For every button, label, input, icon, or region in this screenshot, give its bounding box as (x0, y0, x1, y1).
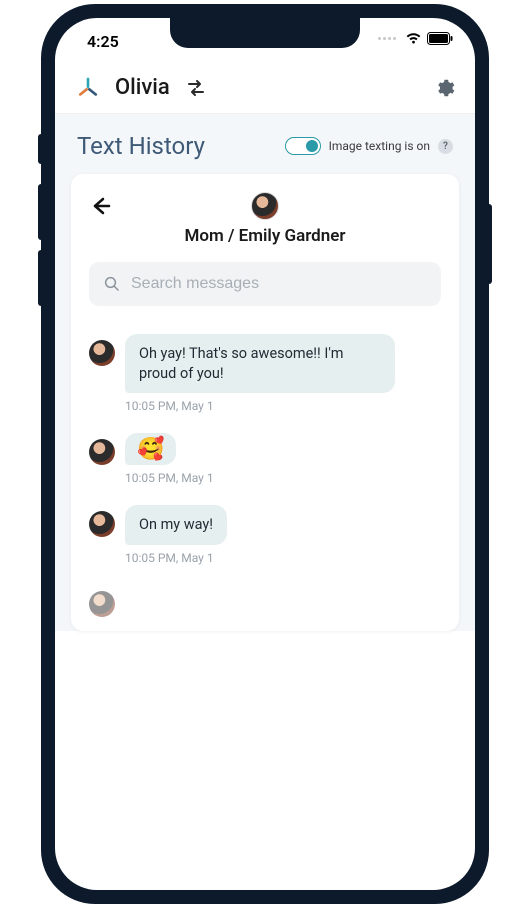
message-timestamp: 10:05 PM, May 1 (125, 471, 441, 485)
search-input[interactable] (131, 275, 427, 293)
gear-icon[interactable] (433, 77, 455, 99)
message-row: Oh yay! That's so awesome!! I'm proud of… (89, 334, 441, 393)
message-row (89, 585, 441, 617)
message-timestamp: 10:05 PM, May 1 (125, 551, 441, 565)
subheader: Text History Image texting is on ? (55, 114, 475, 174)
message-avatar[interactable] (89, 591, 115, 617)
notch (170, 18, 360, 48)
battery-icon (427, 32, 453, 45)
phone-frame: 4:25 Olivia (41, 4, 489, 904)
toggle-label: Image texting is on (329, 139, 430, 153)
image-texting-toggle[interactable] (285, 137, 321, 155)
message-avatar[interactable] (89, 439, 115, 465)
page-title: Text History (77, 132, 205, 160)
status-indicators (378, 32, 453, 45)
message-row: On my way! (89, 505, 441, 545)
message-timestamp: 10:05 PM, May 1 (125, 399, 441, 413)
swap-icon[interactable] (186, 79, 206, 97)
app-header: Olivia (55, 62, 475, 114)
message-list: Oh yay! That's so awesome!! I'm proud of… (89, 334, 441, 617)
message-avatar[interactable] (89, 340, 115, 366)
search-icon (103, 275, 121, 293)
message-bubble[interactable]: Oh yay! That's so awesome!! I'm proud of… (125, 334, 395, 393)
wifi-icon (405, 32, 422, 45)
message-bubble[interactable]: On my way! (125, 505, 227, 545)
profile-name[interactable]: Olivia (115, 75, 170, 100)
help-icon[interactable]: ? (438, 139, 453, 154)
app-logo-icon (75, 75, 101, 101)
status-time: 4:25 (87, 32, 119, 51)
phone-screen: 4:25 Olivia (55, 18, 475, 890)
conversation-card: Mom / Emily Gardner Oh yay! That's so aw… (71, 174, 459, 631)
signal-dots-icon (378, 37, 396, 40)
message-bubble[interactable]: 🥰 (125, 433, 176, 465)
message-row: 🥰 (89, 433, 441, 465)
search-box[interactable] (89, 262, 441, 306)
back-button[interactable] (89, 192, 111, 222)
contact-name: Mom / Emily Gardner (184, 226, 345, 246)
contact-avatar[interactable] (251, 192, 279, 220)
message-avatar[interactable] (89, 511, 115, 537)
